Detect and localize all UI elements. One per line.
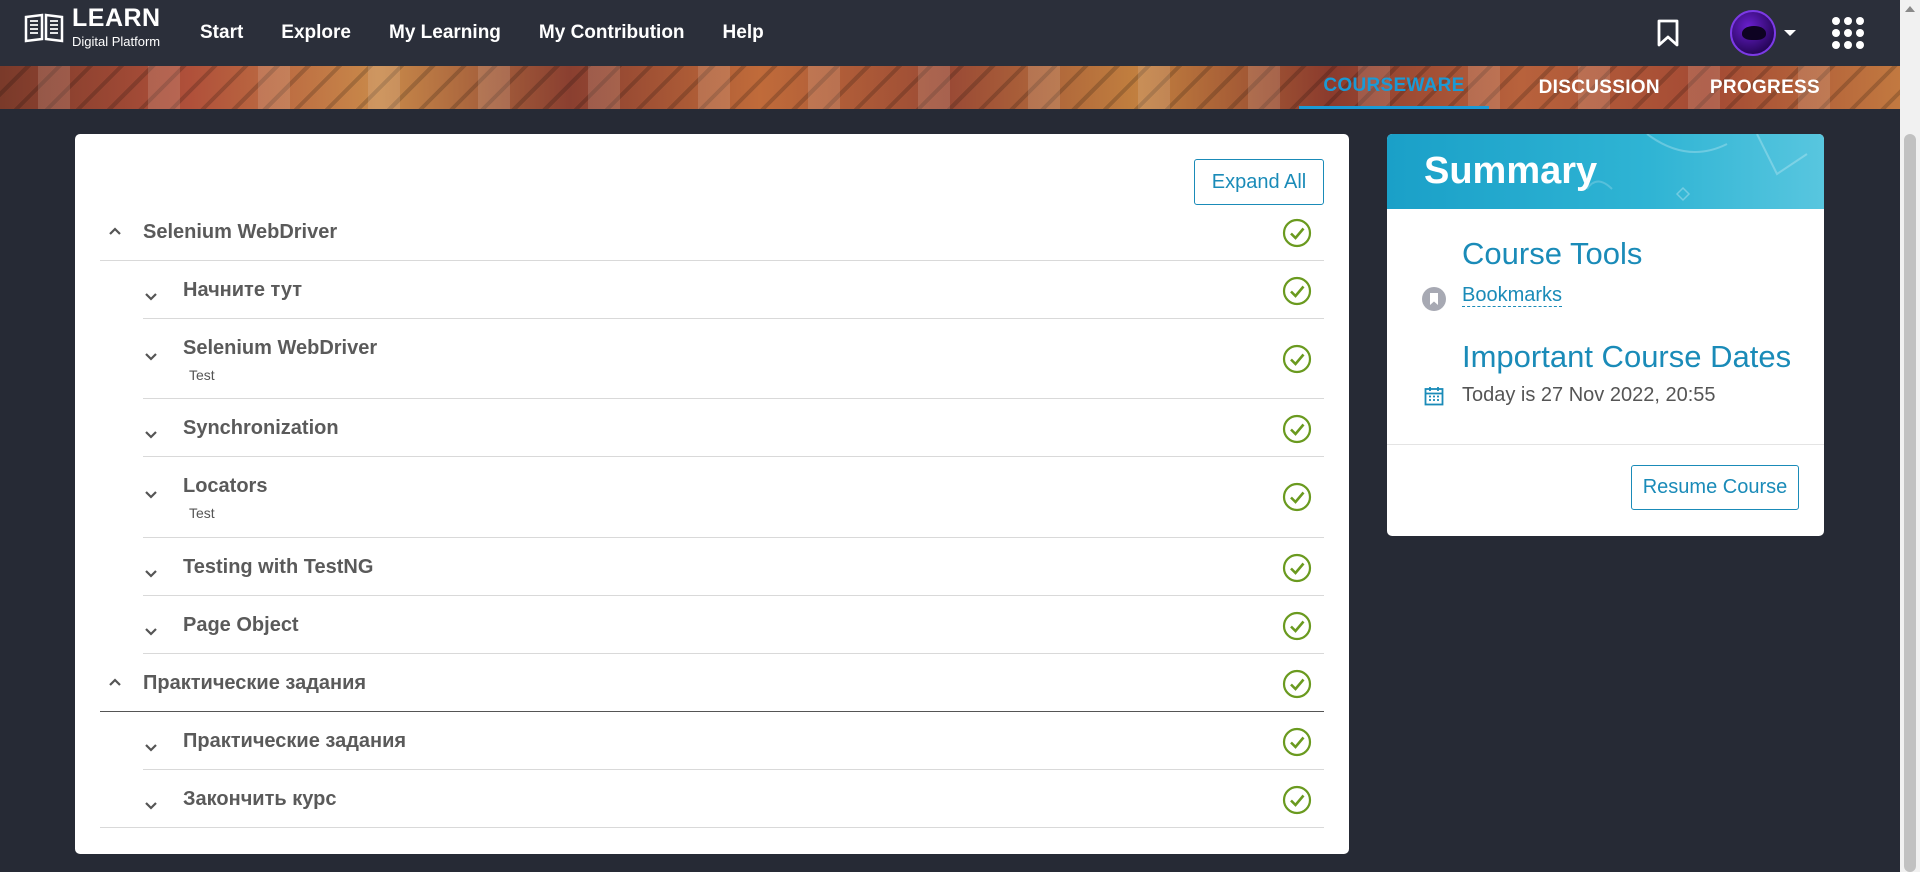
book-logo-icon	[24, 13, 64, 43]
bookmarks-link[interactable]: Bookmarks	[1462, 284, 1563, 307]
check-circle-icon	[1282, 669, 1312, 699]
chevron-down-icon[interactable]	[145, 800, 157, 812]
bookmark-icon[interactable]	[1656, 19, 1680, 47]
check-circle-icon	[1282, 218, 1312, 248]
outline-subsection-row[interactable]: Selenium WebDriver Test	[143, 319, 1324, 399]
outline-subsection-row[interactable]: Начните тут	[143, 261, 1324, 319]
subsection-title[interactable]: Начните тут	[183, 279, 302, 302]
outline-subsection-row[interactable]: Synchronization	[143, 399, 1324, 457]
avatar[interactable]	[1730, 10, 1776, 56]
chevron-down-icon[interactable]	[145, 742, 157, 754]
tab-discussion[interactable]: DISCUSSION	[1539, 66, 1660, 109]
subsection-title[interactable]: Testing with TestNG	[183, 556, 373, 579]
apps-grid-icon[interactable]	[1832, 17, 1864, 49]
subsection-title[interactable]: Закончить курс	[183, 788, 336, 811]
important-dates-heading: Important Course Dates	[1462, 339, 1792, 374]
check-circle-icon	[1282, 611, 1312, 641]
outline-section-row[interactable]: Selenium WebDriver	[100, 214, 1324, 261]
chevron-down-icon[interactable]	[145, 351, 157, 363]
check-circle-icon	[1282, 727, 1312, 757]
outline-subsection-row[interactable]: Testing with TestNG	[143, 538, 1324, 596]
subsection-title[interactable]: Locators	[183, 475, 267, 498]
subsection-title[interactable]: Selenium WebDriver	[183, 337, 377, 360]
expand-all-button[interactable]: Expand All	[1194, 159, 1324, 205]
tab-progress[interactable]: PROGRESS	[1710, 66, 1820, 109]
subsection-title[interactable]: Page Object	[183, 614, 299, 637]
outline-subsection-row[interactable]: Практические задания	[143, 712, 1324, 770]
chevron-up-icon[interactable]	[109, 225, 121, 237]
check-circle-icon	[1282, 785, 1312, 815]
check-circle-icon	[1282, 482, 1312, 512]
subsection-title[interactable]: Synchronization	[183, 417, 339, 440]
check-circle-icon	[1282, 414, 1312, 444]
subsection-title[interactable]: Практические задания	[183, 730, 406, 753]
bookmark-icon	[1422, 287, 1446, 311]
chevron-down-icon[interactable]	[1784, 30, 1796, 36]
tab-courseware[interactable]: COURSEWARE	[1299, 66, 1489, 109]
today-date-text: Today is 27 Nov 2022, 20:55	[1462, 384, 1716, 406]
check-circle-icon	[1282, 553, 1312, 583]
outline-subsection-row[interactable]: Закончить курс	[100, 770, 1324, 828]
chevron-down-icon[interactable]	[145, 626, 157, 638]
chevron-down-icon[interactable]	[145, 291, 157, 303]
course-tools-heading: Course Tools	[1462, 236, 1643, 271]
main-nav-links: Start Explore My Learning My Contributio…	[200, 0, 802, 66]
summary-header: Summary	[1387, 134, 1824, 209]
nav-link-my-learning[interactable]: My Learning	[389, 22, 501, 44]
chevron-up-icon[interactable]	[109, 676, 121, 688]
subsection-subtitle: Test	[189, 367, 215, 383]
nav-link-help[interactable]: Help	[723, 22, 764, 44]
summary-title: Summary	[1424, 150, 1598, 192]
course-outline: Expand All Selenium WebDriver Начните ту…	[75, 134, 1349, 854]
calendar-icon	[1424, 387, 1444, 406]
nav-link-explore[interactable]: Explore	[281, 22, 351, 44]
check-circle-icon	[1282, 344, 1312, 374]
top-navigation: LEARN Digital Platform Start Explore My …	[0, 0, 1900, 66]
section-title[interactable]: Практические задания	[143, 672, 366, 695]
scrollbar-thumb[interactable]	[1904, 134, 1916, 872]
logo-subtitle: Digital Platform	[72, 34, 161, 49]
scroll-up-arrow-icon[interactable]	[1905, 6, 1915, 12]
section-title[interactable]: Selenium WebDriver	[143, 221, 337, 244]
chevron-down-icon[interactable]	[145, 429, 157, 441]
subsection-subtitle: Test	[189, 505, 215, 521]
chevron-down-icon[interactable]	[145, 489, 157, 501]
outline-subsection-row[interactable]: Page Object	[143, 596, 1324, 654]
course-tabs: COURSEWARE DISCUSSION PROGRESS	[1299, 66, 1820, 109]
outline-section-row[interactable]: Практические задания	[100, 654, 1324, 712]
page-scrollbar[interactable]	[1900, 0, 1920, 872]
check-circle-icon	[1282, 276, 1312, 306]
summary-card: Summary Course Tools Bookmarks Important…	[1387, 134, 1824, 536]
outline-subsection-row[interactable]: Locators Test	[143, 457, 1324, 538]
resume-course-button[interactable]: Resume Course	[1631, 465, 1799, 510]
nav-link-start[interactable]: Start	[200, 22, 243, 44]
chevron-down-icon[interactable]	[145, 568, 157, 580]
nav-link-my-contribution[interactable]: My Contribution	[539, 22, 685, 44]
summary-divider	[1387, 444, 1824, 445]
logo-title: LEARN	[72, 4, 161, 32]
logo[interactable]: LEARN Digital Platform	[22, 6, 161, 48]
